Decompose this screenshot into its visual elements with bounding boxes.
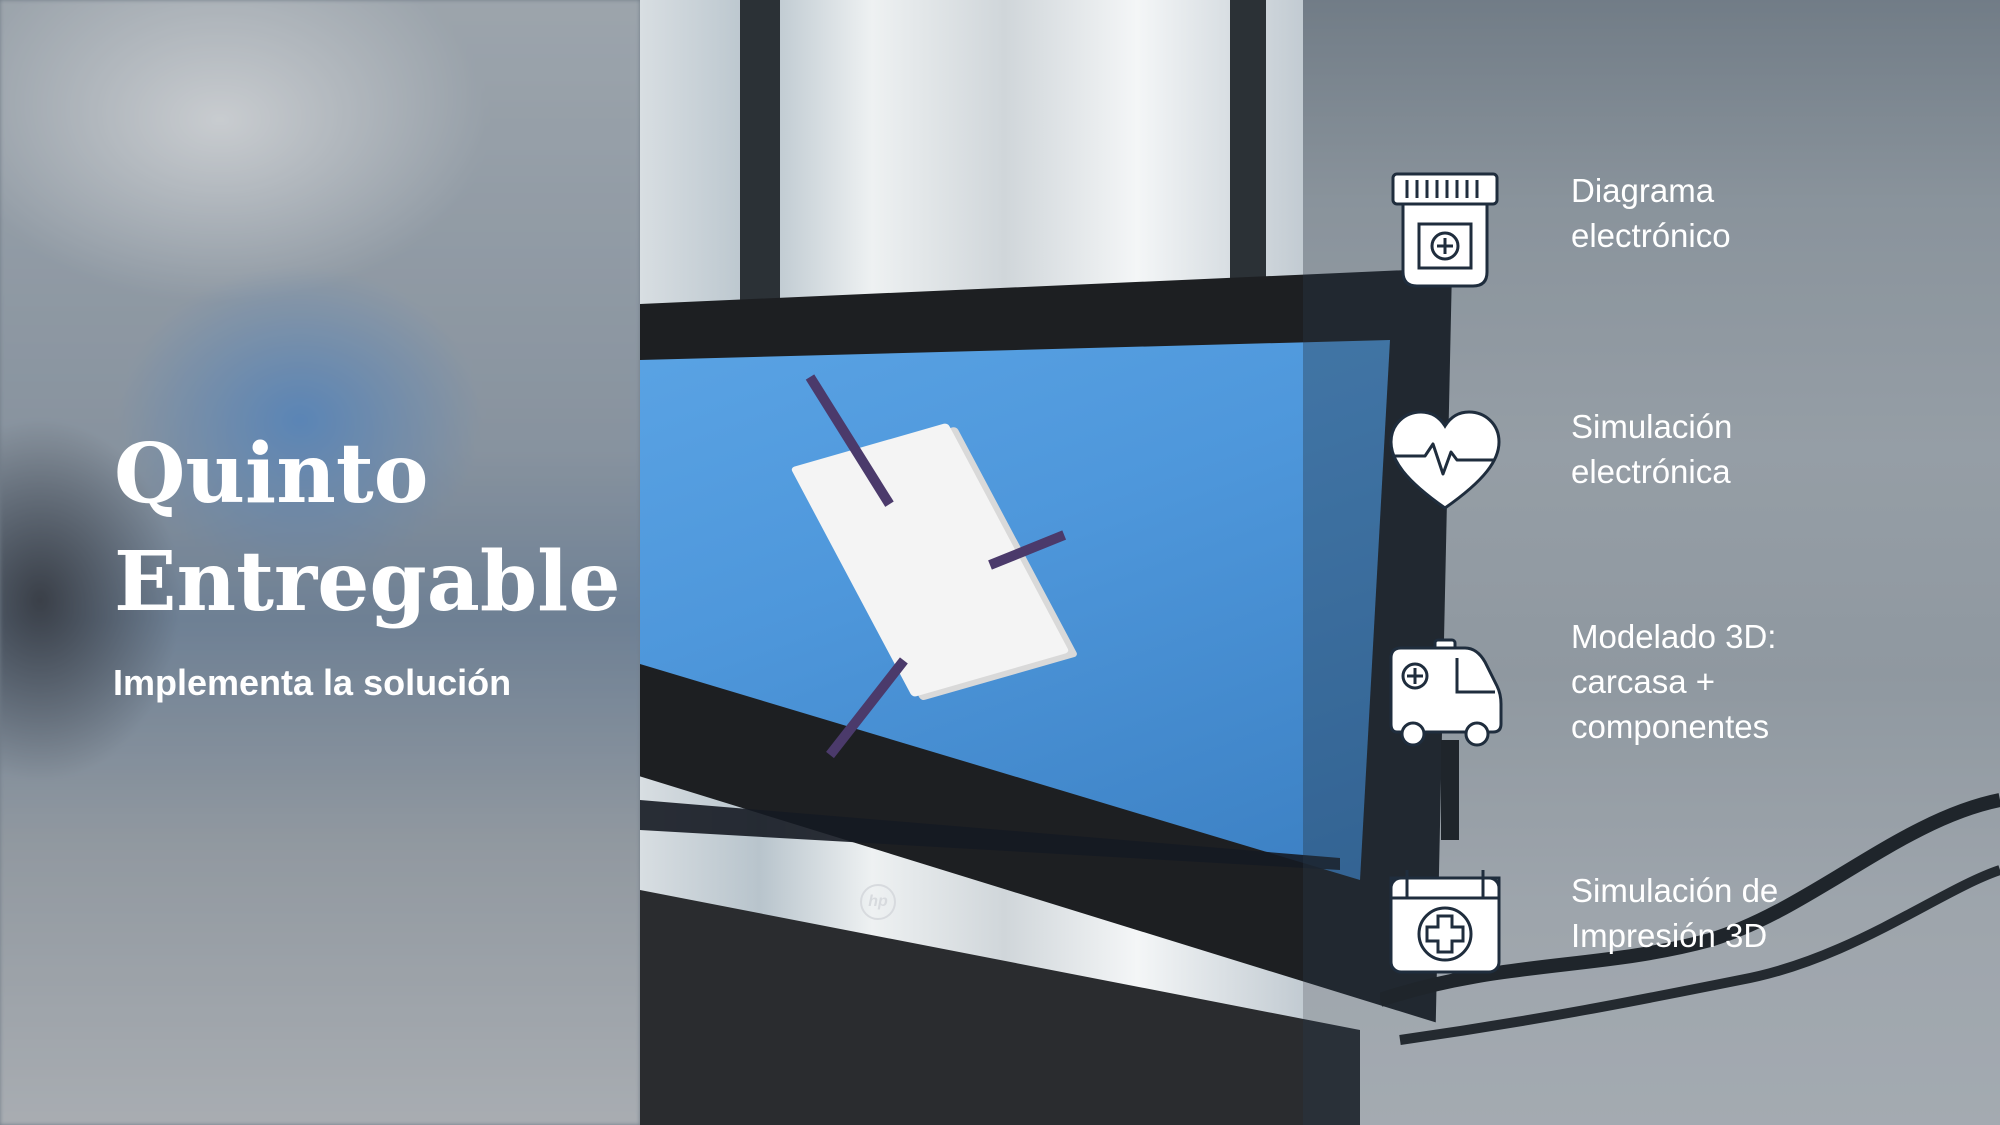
window-pillar: [740, 0, 780, 300]
item-label: Modelado 3D: carcasa + componentes: [1571, 618, 1777, 745]
title-line-1: Quinto: [114, 426, 429, 522]
hp-logo: hp: [860, 884, 896, 920]
page-title: Quinto Entregable: [114, 420, 621, 636]
slide: hp Quinto Entregable Implementa la soluc…: [0, 0, 2000, 1125]
item-label: Diagrama electrónico: [1571, 172, 1731, 254]
page-subtitle: Implementa la solución: [113, 662, 512, 703]
medicine-jar-icon: [1391, 172, 1499, 288]
item-label: Simulación electrónica: [1571, 408, 1733, 490]
first-aid-kit-icon: [1389, 870, 1501, 974]
heart-pulse-icon: [1389, 410, 1501, 510]
title-line-2: Entregable: [114, 534, 621, 630]
window-pillar: [1230, 0, 1266, 300]
ambulance-icon: [1389, 638, 1503, 747]
item-label: Simulación de Impresión 3D: [1571, 872, 1779, 954]
